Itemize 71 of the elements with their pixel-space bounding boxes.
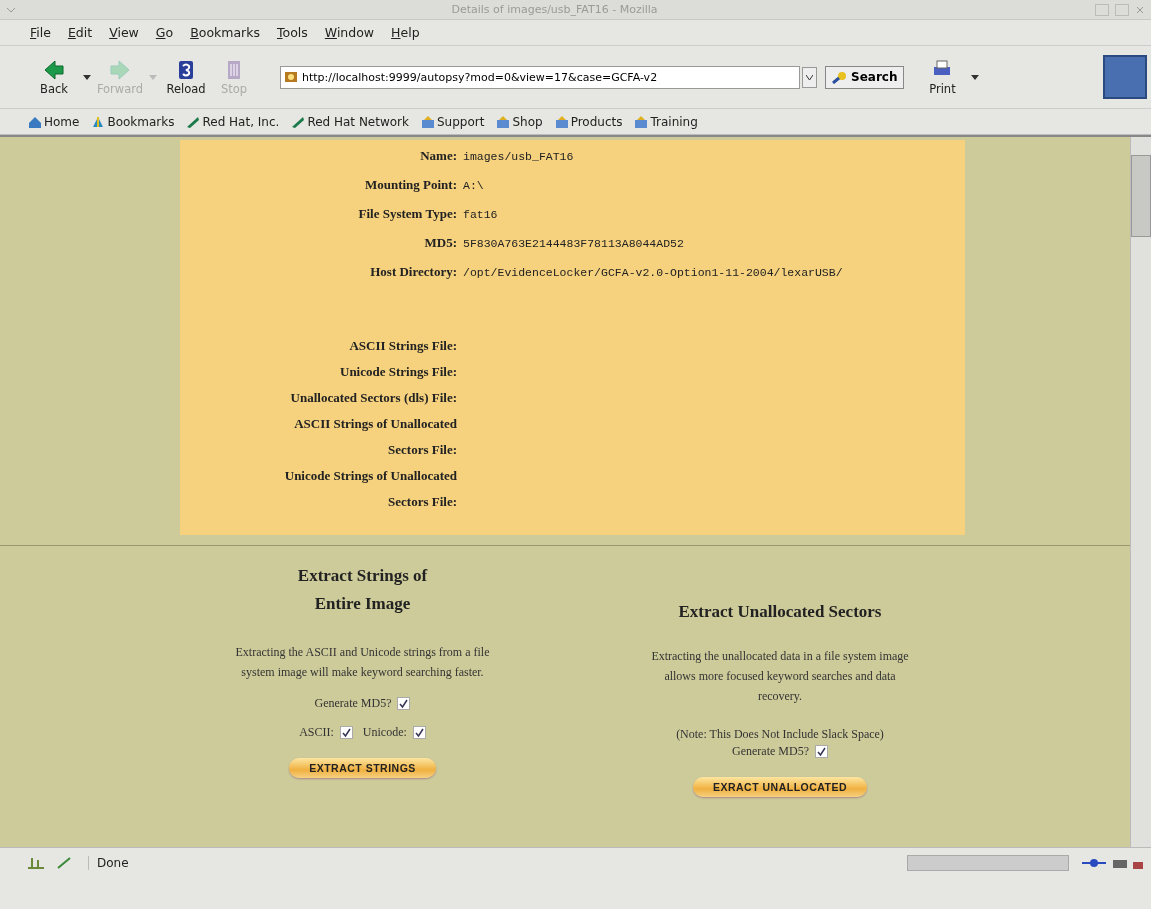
menu-item[interactable]: Edit <box>67 23 93 42</box>
field-label: Unicode Strings File: <box>339 363 457 381</box>
search-button[interactable]: Search <box>825 65 905 89</box>
checkbox[interactable] <box>397 697 411 710</box>
bookmark-link[interactable]: Bookmarks <box>91 114 175 129</box>
extract-button[interactable]: EXTRACT STRINGS <box>289 758 436 778</box>
link-icon <box>291 114 306 129</box>
caret-icon[interactable] <box>971 74 980 80</box>
caret-icon <box>806 74 813 80</box>
bookmark-icon <box>91 114 106 129</box>
menu-item[interactable]: Go <box>155 23 174 42</box>
bookmark-link[interactable]: Products <box>554 114 623 129</box>
bookmark-link[interactable]: Training <box>634 114 698 129</box>
note-text: (Note: This Does Not Include Slack Space) <box>675 726 885 743</box>
folder-icon <box>554 114 569 129</box>
field-label: Unicode Strings of Unallocated Sectors File: <box>283 467 457 511</box>
option-label: Generate MD5? <box>314 696 392 711</box>
menu-item[interactable]: File <box>30 23 51 42</box>
folder-icon <box>421 114 435 129</box>
checkbox[interactable] <box>412 726 426 739</box>
caret-icon[interactable] <box>83 74 91 80</box>
field-label: ASCII Strings of Unallocated Sectors File: <box>293 415 457 459</box>
field-value: images/usb_FAT16 <box>463 150 575 163</box>
bookmark-link[interactable]: Home <box>28 114 80 129</box>
section-description: Extracting the ASCII and Unicode strings from a file system image will make keyword searching faster. <box>234 644 491 681</box>
section-heading: Extract Strings of Entire Image <box>296 565 429 615</box>
field-label: Name: <box>419 148 457 164</box>
window-title: Details of images/usb_FAT16 - Mozilla <box>450 3 659 16</box>
field-value: fat16 <box>463 208 499 221</box>
bookmark-link[interactable]: Red Hat Network <box>291 114 409 129</box>
field-label: MD5: <box>423 235 457 251</box>
option-label: ASCII: <box>299 725 334 740</box>
extract-button[interactable]: EXRACT UNALLOCATED <box>692 777 868 797</box>
dropdown-button[interactable] <box>802 66 817 88</box>
field-value: A:\ <box>463 179 485 192</box>
address-field[interactable]: http://localhost:9999/autopsy?mod=0&view=17&case=GCFA-v2 <box>280 65 800 89</box>
field-value: /opt/EvidenceLocker/GCFA-v2.0-Option1-11-2004/lexarUSB/ <box>463 266 844 279</box>
menu-item[interactable]: Help <box>391 23 420 42</box>
reload-button[interactable]: Reload <box>162 58 210 96</box>
checkbox[interactable] <box>815 745 828 758</box>
forward-arrow-icon <box>109 58 131 81</box>
menu-item[interactable]: Tools <box>277 23 308 42</box>
menu-item[interactable]: View <box>109 23 139 42</box>
scrollbar[interactable] <box>1130 137 1151 847</box>
back-arrow-icon <box>43 58 65 81</box>
network-icon[interactable] <box>26 855 46 870</box>
bookmark-link[interactable]: Shop <box>496 114 543 129</box>
field-label: Unallocated Sectors (dls) File: <box>289 389 457 407</box>
field-label: File System Type: <box>357 206 457 222</box>
menu-item[interactable]: Window <box>324 23 375 42</box>
link-icon <box>186 114 201 129</box>
field-label: Host Directory: <box>369 264 457 280</box>
bookmark-link[interactable]: Support <box>421 114 485 129</box>
field-label: Mounting Point: <box>363 177 457 193</box>
back-button[interactable]: Back <box>30 58 78 96</box>
print-button[interactable]: Print <box>918 58 967 96</box>
throbber-logo <box>1103 55 1147 99</box>
folder-icon <box>496 114 511 129</box>
bookmark-link[interactable]: Red Hat, Inc. <box>186 114 280 129</box>
option-label: Unicode: <box>362 725 407 740</box>
site-icon <box>284 70 298 84</box>
section-heading: Extract Unallocated Sectors <box>677 601 883 623</box>
search-icon <box>832 70 848 84</box>
field-label: ASCII Strings File: <box>348 337 457 355</box>
field-value: 5F830A763E2144483F78113A8044AD52 <box>463 237 685 250</box>
option-label: Generate MD5? <box>732 744 809 759</box>
menu-item[interactable]: Bookmarks <box>190 23 260 42</box>
checkbox[interactable] <box>339 726 353 739</box>
home-icon <box>28 114 42 129</box>
folder-icon <box>634 114 649 129</box>
section-description: Extracting the unallocated data in a file system image allows more focused keyword searches and data recovery. <box>650 648 910 705</box>
